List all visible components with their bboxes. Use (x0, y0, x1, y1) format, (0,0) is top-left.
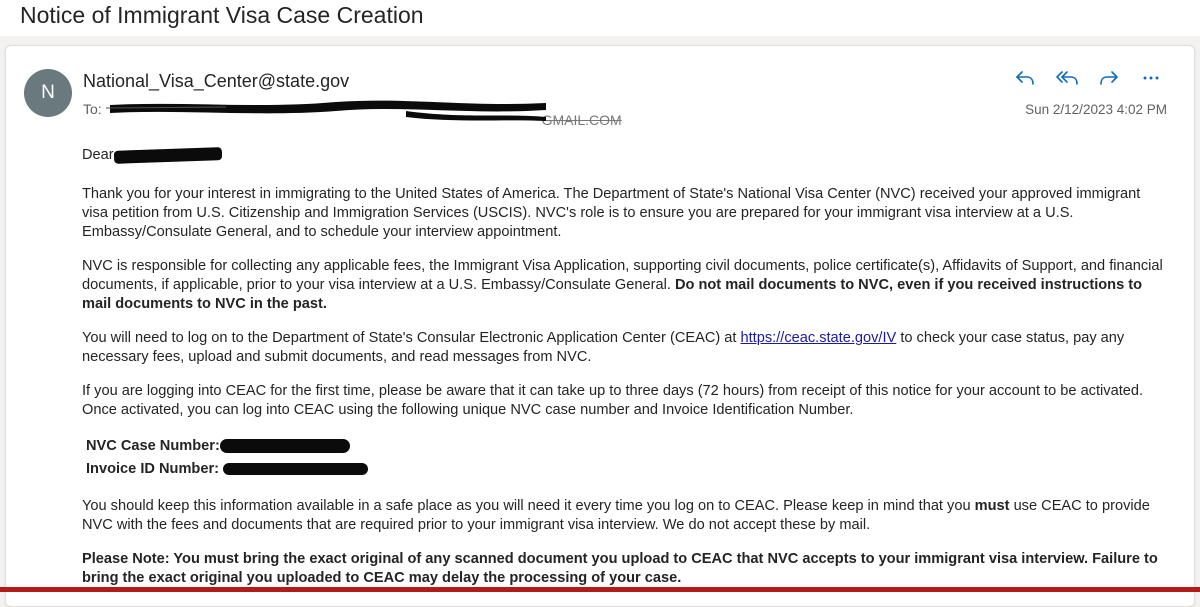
sent-date: Sun 2/12/2023 4:02 PM (1025, 102, 1167, 117)
paragraph-keep-info: You should keep this information availab… (82, 497, 1167, 535)
ceac-text-before: You will need to log on to the Departmen… (82, 330, 741, 346)
reply-icon (1016, 71, 1034, 85)
case-info: NVC Case Number: Invoice ID Number: (86, 435, 1167, 481)
redacted-name (113, 146, 222, 164)
forward-icon (1100, 71, 1118, 85)
redacted-case-number (219, 439, 350, 454)
reply-all-icon (1056, 71, 1078, 85)
greeting-line: Dear (82, 146, 1167, 165)
greeting: Dear (82, 147, 114, 163)
email-subject: Notice of Immigrant Visa Case Creation (20, 2, 424, 28)
invoice-id-label: Invoice ID Number: (86, 461, 219, 477)
paragraph-please-note: Please Note: You must bring the exact or… (82, 550, 1167, 588)
message-body: Dear Thank you for your interest in immi… (82, 146, 1167, 603)
keep-info-before: You should keep this information availab… (82, 498, 975, 514)
paragraph-ceac: You will need to log on to the Departmen… (82, 329, 1167, 367)
bottom-strip (0, 587, 1200, 592)
message-actions (1010, 66, 1166, 90)
case-number-row: NVC Case Number: (86, 435, 1167, 458)
recipient-redaction (106, 100, 546, 121)
reply-button[interactable] (1010, 66, 1040, 90)
paragraph-responsibilities: NVC is responsible for collecting any ap… (82, 257, 1167, 314)
message-card: N National_Visa_Center@state.gov To: GMA… (5, 45, 1195, 607)
more-actions-button[interactable] (1136, 66, 1166, 90)
sender-address[interactable]: National_Visa_Center@state.gov (83, 71, 349, 92)
redacted-invoice-id (223, 463, 369, 476)
invoice-id-row: Invoice ID Number: (86, 458, 1167, 481)
must-emphasis: must (974, 498, 1010, 514)
please-note-text: Please Note: You must bring the exact or… (82, 551, 1158, 586)
subject-bar: Notice of Immigrant Visa Case Creation (0, 0, 1200, 36)
ceac-link[interactable]: https://ceac.state.gov/IV (741, 330, 897, 346)
more-icon (1143, 76, 1159, 80)
case-number-label: NVC Case Number: (86, 438, 220, 454)
paragraph-intro: Thank you for your interest in immigrati… (82, 186, 1141, 240)
forward-button[interactable] (1094, 66, 1124, 90)
reply-all-button[interactable] (1052, 66, 1082, 90)
sender-avatar[interactable]: N (24, 69, 72, 117)
to-label: To: (83, 101, 102, 117)
paragraph-first-login: If you are logging into CEAC for the fir… (82, 383, 1144, 418)
